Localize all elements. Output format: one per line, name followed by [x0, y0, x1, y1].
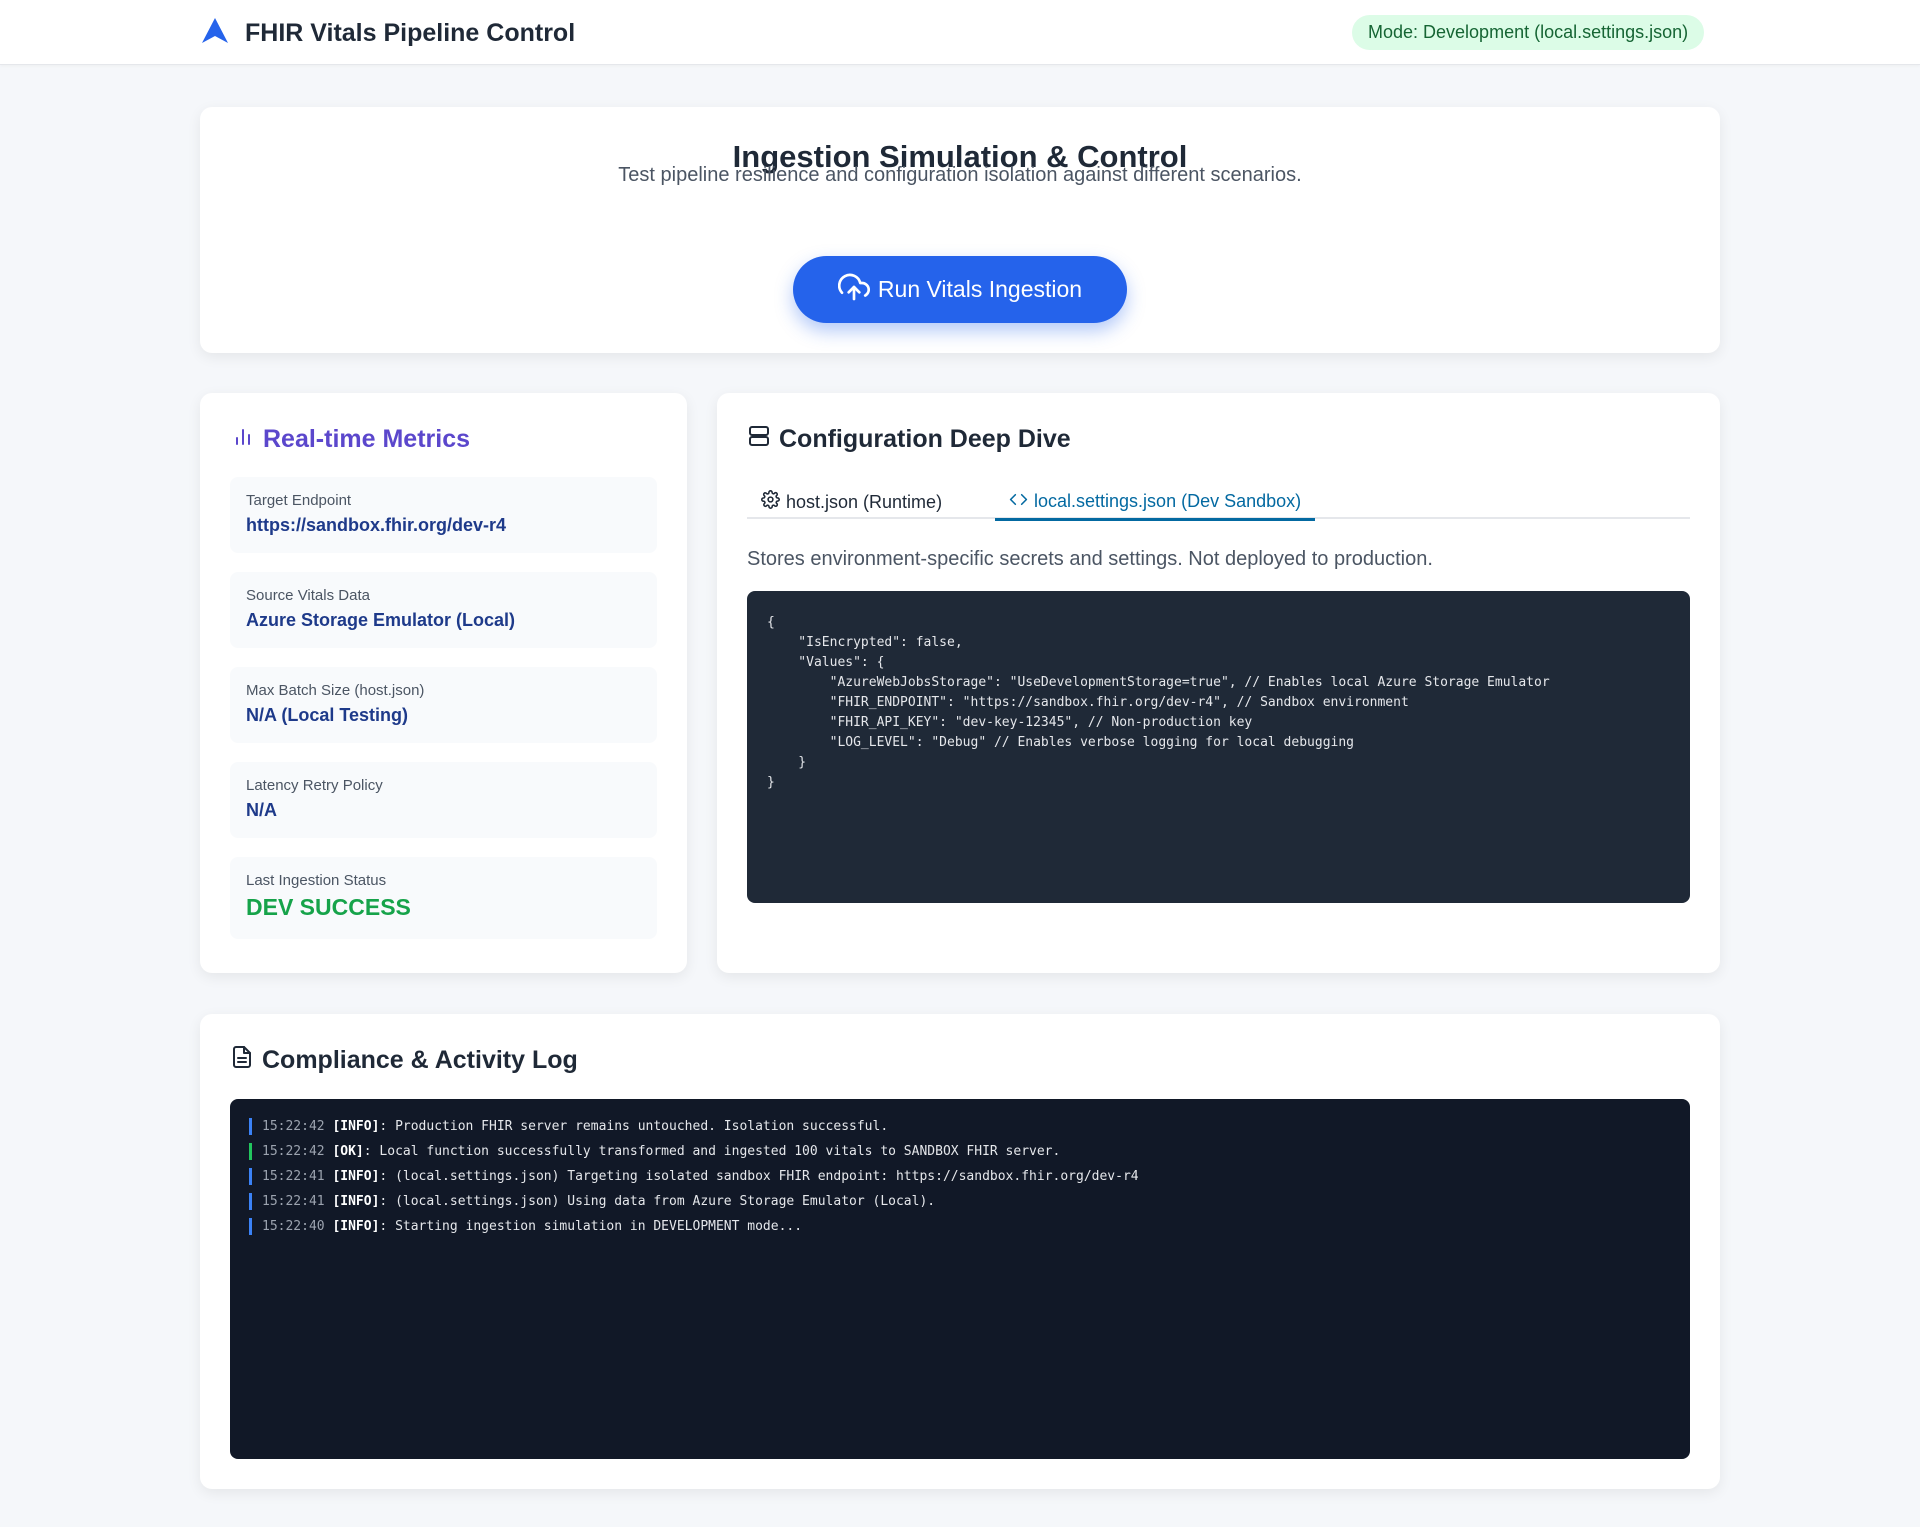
log-message: : (local.settings.json) Targeting isolat… — [379, 1169, 1139, 1184]
hero-subtitle: Test pipeline resilience and configurati… — [618, 164, 1302, 186]
metric-latency-retry-policy: Latency Retry Policy N/A — [230, 762, 657, 838]
metric-label: Latency Retry Policy — [246, 777, 383, 794]
compliance-activity-log-card: Compliance & Activity Log 15:22:42 [INFO… — [200, 1014, 1720, 1489]
log-message: : Production FHIR server remains untouch… — [379, 1119, 889, 1134]
config-title: Configuration Deep Dive — [747, 424, 1071, 455]
log-time: 15:22:42 — [262, 1144, 325, 1159]
log-level: [OK] — [332, 1144, 364, 1159]
bar-chart-icon — [231, 424, 263, 455]
metric-label: Last Ingestion Status — [246, 872, 387, 889]
metric-value: N/A — [246, 800, 277, 820]
tab-label: local.settings.json (Dev Sandbox) — [1034, 491, 1302, 511]
brand: FHIR Vitals Pipeline Control — [199, 15, 575, 52]
real-time-metrics-card: Real-time Metrics Target Endpoint https:… — [200, 393, 687, 973]
upload-cloud-icon — [837, 271, 878, 309]
config-description: Stores environment-specific secrets and … — [747, 548, 1433, 570]
configuration-deep-dive-card: Configuration Deep Dive host.json (Runti… — [717, 393, 1720, 973]
activity-log[interactable]: 15:22:42 [INFO]: Production FHIR server … — [230, 1099, 1690, 1459]
app-title: FHIR Vitals Pipeline Control — [245, 19, 576, 47]
log-message: : (local.settings.json) Using data from … — [379, 1194, 936, 1209]
tab-local-settings-json[interactable]: local.settings.json (Dev Sandbox) — [995, 485, 1316, 521]
tab-host-json[interactable]: host.json (Runtime) — [747, 485, 956, 519]
server-icon — [747, 424, 779, 455]
top-bar: FHIR Vitals Pipeline Control Mode: Devel… — [0, 0, 1920, 65]
status-value: DEV SUCCESS — [246, 894, 411, 920]
log-level: [INFO] — [332, 1219, 380, 1234]
metric-label: Target Endpoint — [246, 492, 352, 509]
config-code-block: { "IsEncrypted": false, "Values": { "Azu… — [747, 591, 1690, 903]
log-time: 15:22:42 — [262, 1119, 325, 1134]
config-title-text: Configuration Deep Dive — [779, 425, 1071, 453]
log-level: [INFO] — [332, 1169, 380, 1184]
log-entry: 15:22:40 [INFO]: Starting ingestion simu… — [249, 1218, 1671, 1235]
log-entry: 15:22:42 [INFO]: Production FHIR server … — [249, 1118, 1671, 1135]
document-icon — [230, 1045, 262, 1076]
metric-value: Azure Storage Emulator (Local) — [246, 610, 516, 630]
run-button-label: Run Vitals Ingestion — [877, 276, 1083, 302]
metrics-title: Real-time Metrics — [231, 424, 470, 455]
ingestion-control-card: Ingestion Simulation & Control Test pipe… — [200, 107, 1720, 353]
log-level: [INFO] — [332, 1194, 380, 1209]
log-title: Compliance & Activity Log — [230, 1045, 578, 1076]
log-time: 15:22:41 — [262, 1169, 325, 1184]
metric-label: Source Vitals Data — [246, 587, 370, 604]
metric-value: N/A (Local Testing) — [246, 705, 408, 725]
code-icon — [1009, 490, 1034, 514]
metric-source-vitals-data: Source Vitals Data Azure Storage Emulato… — [230, 572, 657, 648]
log-message: : Starting ingestion simulation in DEVEL… — [379, 1219, 803, 1234]
log-title-text: Compliance & Activity Log — [262, 1046, 578, 1074]
metric-target-endpoint: Target Endpoint https://sandbox.fhir.org… — [230, 477, 657, 553]
log-time: 15:22:41 — [262, 1194, 325, 1209]
mode-badge: Mode: Development (local.settings.json) — [1352, 15, 1705, 50]
log-entry: 15:22:41 [INFO]: (local.settings.json) T… — [249, 1168, 1671, 1185]
metric-last-ingestion-status: Last Ingestion Status DEV SUCCESS — [230, 857, 657, 939]
metric-value: https://sandbox.fhir.org/dev-r4 — [246, 515, 507, 535]
config-tabs: host.json (Runtime) local.settings.json … — [747, 485, 1690, 521]
tab-label: host.json (Runtime) — [786, 491, 943, 512]
log-message: : Local function successfully transforme… — [363, 1144, 1061, 1159]
log-time: 15:22:40 — [262, 1219, 325, 1234]
metric-max-batch-size: Max Batch Size (host.json) N/A (Local Te… — [230, 667, 657, 743]
log-entry: 15:22:42 [OK]: Local function successful… — [249, 1143, 1671, 1160]
navigation-arrow-icon — [199, 15, 231, 52]
run-vitals-ingestion-button[interactable]: Run Vitals Ingestion — [793, 256, 1127, 323]
gear-icon — [761, 490, 786, 514]
log-level: [INFO] — [332, 1119, 380, 1134]
log-entry: 15:22:41 [INFO]: (local.settings.json) U… — [249, 1193, 1671, 1210]
metrics-title-text: Real-time Metrics — [263, 425, 471, 453]
metric-label: Max Batch Size (host.json) — [246, 682, 425, 699]
